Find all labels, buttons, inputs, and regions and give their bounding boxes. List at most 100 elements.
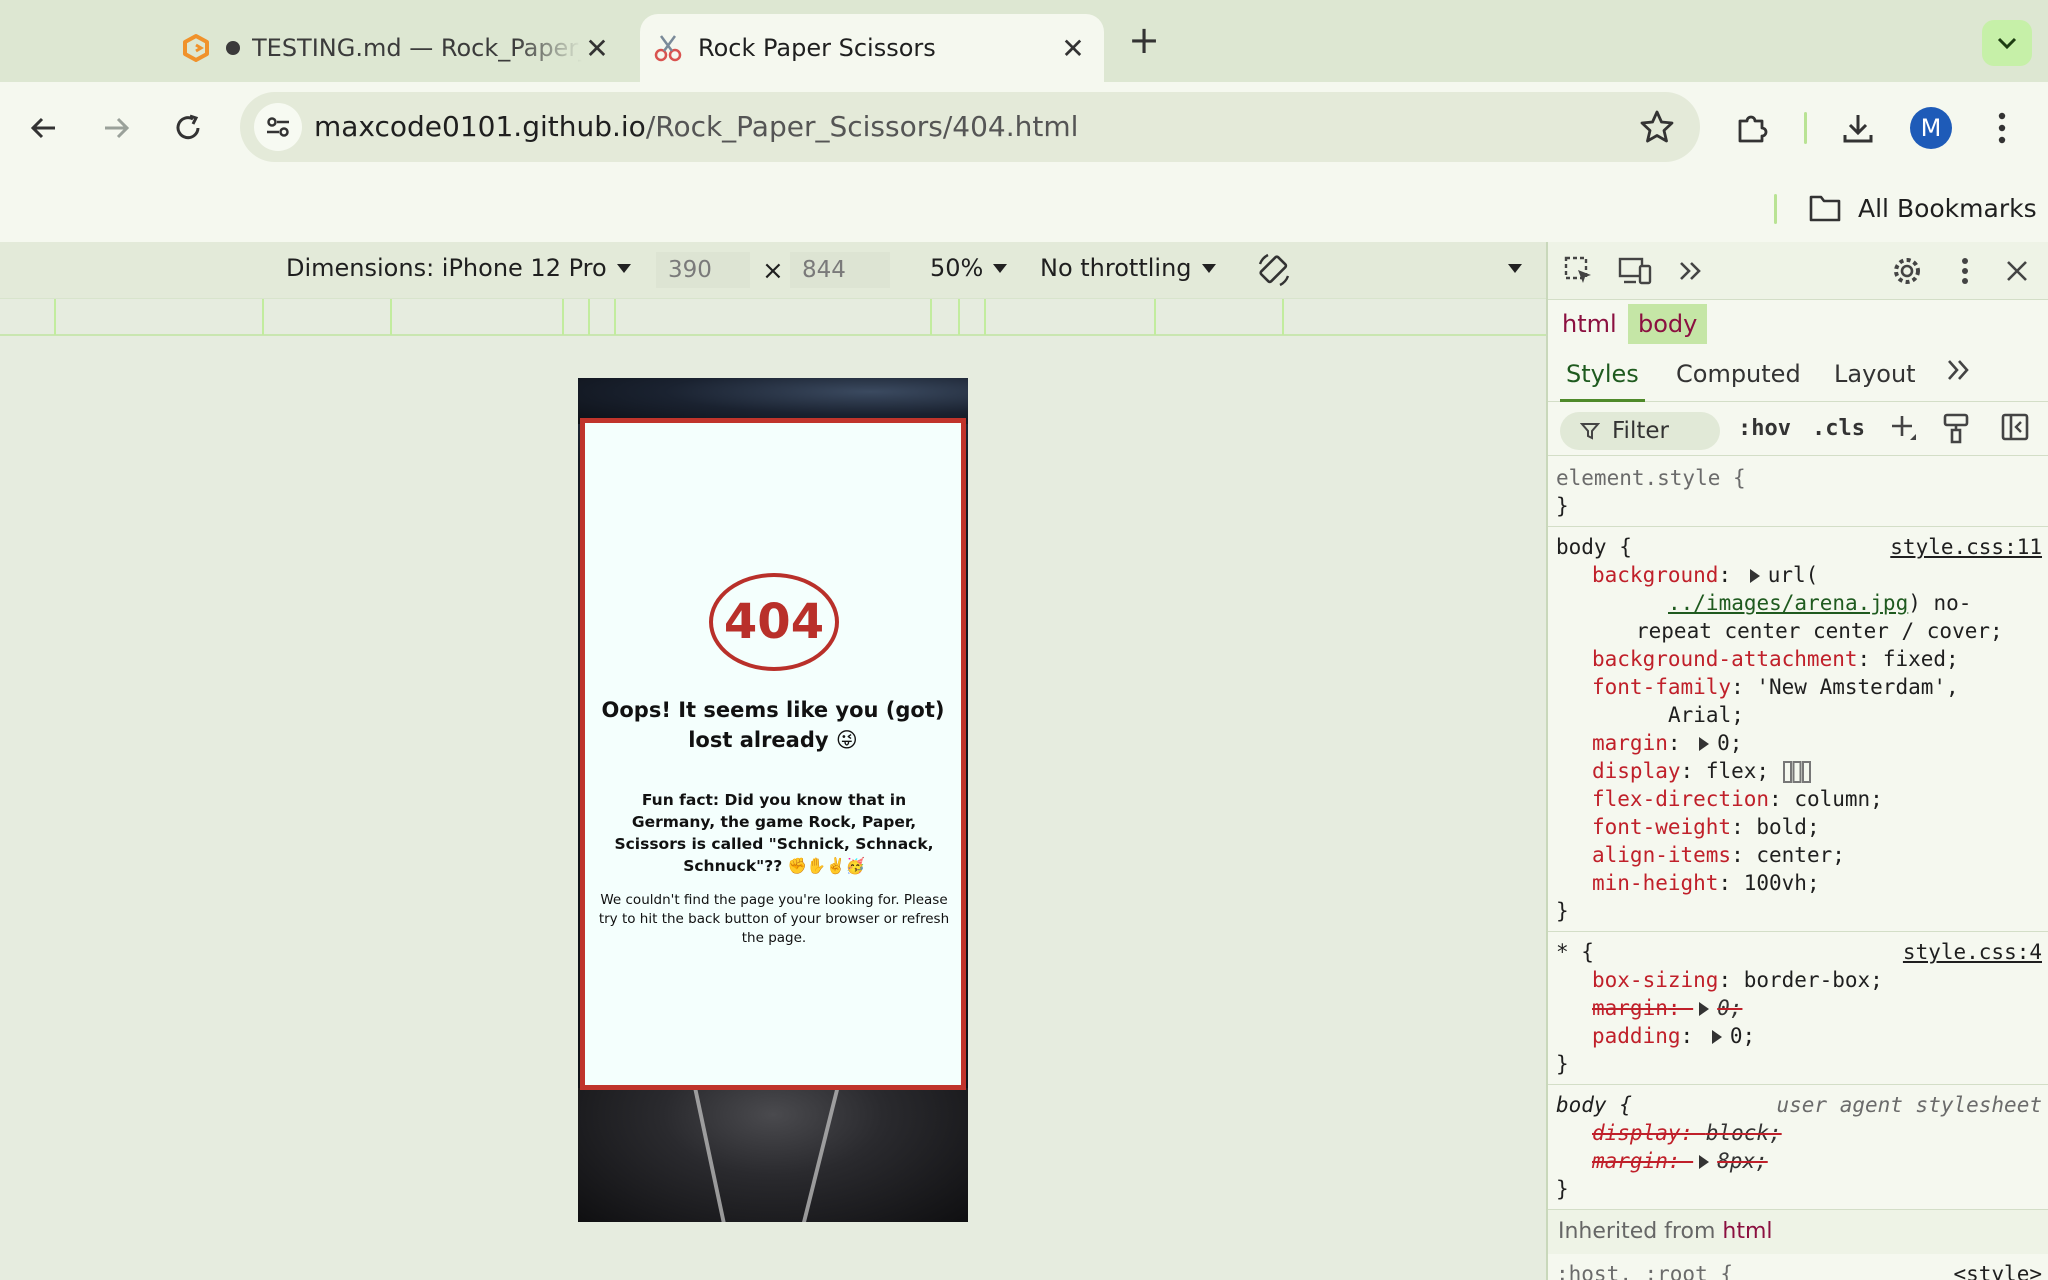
width-input[interactable]: 390	[656, 252, 750, 288]
ruler-tick[interactable]	[390, 299, 392, 335]
background-url-link[interactable]: ../images/arena.jpg	[1668, 591, 1908, 615]
rule-source-link[interactable]: <style>	[1953, 1260, 2042, 1280]
close-tab-icon[interactable]: ✕	[582, 32, 612, 65]
ruler-tick[interactable]	[562, 299, 564, 335]
new-style-rule-icon[interactable]	[1888, 412, 1918, 450]
decl-min-height[interactable]: min-height: 100vh;	[1556, 869, 2042, 897]
tab-title: Rock Paper Scissors	[698, 34, 936, 62]
ruler-tick[interactable]	[984, 299, 986, 335]
media-query-ruler	[0, 298, 1546, 336]
expand-triangle-icon[interactable]	[1711, 1030, 1722, 1044]
ruler-tick[interactable]	[1282, 299, 1284, 335]
tab-styles[interactable]: Styles	[1560, 360, 1645, 402]
prop-value: flex;	[1705, 759, 1770, 783]
cls-toggle[interactable]: .cls	[1812, 416, 1865, 441]
settings-gear-icon[interactable]	[1888, 252, 1926, 290]
ruler-tick[interactable]	[54, 299, 56, 335]
decl-padding[interactable]: padding: 0;	[1556, 1022, 2042, 1050]
decl-display[interactable]: display: flex;	[1556, 757, 2042, 785]
decl-font-weight[interactable]: font-weight: bold;	[1556, 813, 2042, 841]
decl-background-attachment[interactable]: background-attachment: fixed;	[1556, 645, 2042, 673]
devtools-subtabs: Styles Computed Layout	[1548, 352, 2048, 402]
decl-background[interactable]: background: url(	[1556, 561, 2042, 589]
tab-rock-paper-scissors[interactable]: Rock Paper Scissors ✕	[640, 14, 1104, 82]
ruler-tick[interactable]	[1154, 299, 1156, 335]
decl-align-items[interactable]: align-items: center;	[1556, 841, 2042, 869]
throttling-dropdown[interactable]: No throttling	[1040, 254, 1216, 282]
decl-font-family-cont: Arial;	[1556, 701, 2042, 729]
zoom-dropdown[interactable]: 50%	[930, 254, 1008, 282]
close-tab-icon[interactable]: ✕	[1058, 32, 1088, 65]
toggle-sidebar-icon[interactable]	[2000, 412, 2030, 448]
height-input[interactable]: 844	[790, 252, 890, 288]
fun-fact-text: Fun fact: Did you know that in Germany, …	[614, 791, 934, 875]
rule-body-style-css: body { style.css:11 background: url( ../…	[1548, 527, 2048, 932]
browser-menu-button[interactable]	[1978, 104, 2026, 152]
device-toolbar: Dimensions: iPhone 12 Pro 390 × 844 50% …	[0, 242, 1546, 298]
rule-close-brace: }	[1556, 1052, 1569, 1076]
ruler-tick[interactable]	[958, 299, 960, 335]
styles-filter-input[interactable]: Filter	[1560, 412, 1720, 450]
hov-toggle[interactable]: :hov	[1738, 416, 1791, 441]
expand-triangle-icon[interactable]	[1699, 737, 1710, 751]
downloads-button[interactable]	[1834, 104, 1882, 152]
ruler-tick[interactable]	[614, 299, 616, 335]
reload-button[interactable]	[164, 104, 212, 152]
prop-value: 0;	[1729, 1024, 1756, 1048]
expand-triangle-icon[interactable]	[1699, 1002, 1710, 1016]
url-text[interactable]: maxcode0101.github.io/Rock_Paper_Scissor…	[314, 110, 1078, 143]
element-style-selector[interactable]: element.style {	[1556, 464, 2042, 492]
devtools-panel: html body Styles Computed Layout Filter …	[1546, 242, 2048, 1280]
more-tabs-chevron-icon[interactable]	[1672, 252, 1710, 290]
error-message: We couldn't find the page you're looking…	[598, 892, 950, 946]
decl-box-sizing[interactable]: box-sizing: border-box;	[1556, 966, 2042, 994]
devtools-menu-icon[interactable]	[1946, 252, 1984, 290]
ruler-tick[interactable]	[930, 299, 932, 335]
tab-search-button[interactable]	[1982, 20, 2032, 66]
rotate-button[interactable]	[1254, 250, 1294, 290]
breadcrumb-body[interactable]: body	[1628, 304, 1708, 344]
ruler-tick[interactable]	[262, 299, 264, 335]
dimensions-dropdown[interactable]: Dimensions: iPhone 12 Pro	[286, 254, 631, 282]
extensions-button[interactable]	[1728, 104, 1776, 152]
expand-triangle-icon[interactable]	[1699, 1155, 1710, 1169]
scissors-icon	[652, 32, 684, 64]
caret-down-icon	[993, 263, 1008, 273]
expand-triangle-icon[interactable]	[1749, 569, 1760, 583]
breadcrumb-html[interactable]: html	[1552, 304, 1627, 344]
new-tab-button[interactable]: +	[1124, 18, 1164, 62]
rule-element-style: element.style { }	[1548, 458, 2048, 527]
inspect-element-icon[interactable]	[1560, 252, 1598, 290]
paint-brush-icon[interactable]	[1942, 412, 1970, 450]
dimension-separator: ×	[762, 256, 784, 286]
bookmark-star-icon[interactable]	[1638, 108, 1676, 146]
decl-margin-overridden[interactable]: margin: 0;	[1556, 994, 2042, 1022]
prop-value: 100vh;	[1743, 871, 1820, 895]
ruler-tick[interactable]	[588, 299, 590, 335]
decl-margin[interactable]: margin: 0;	[1556, 729, 2042, 757]
rule-source-link[interactable]: style.css:4	[1903, 938, 2042, 966]
rule-close-brace: }	[1556, 899, 1569, 923]
tab-testing-md[interactable]: TESTING.md — Rock_Paper_Scissors ✕	[168, 14, 628, 82]
tab-layout[interactable]: Layout	[1834, 360, 1916, 402]
close-devtools-icon[interactable]	[1998, 252, 2036, 290]
back-button[interactable]	[20, 104, 68, 152]
address-bar[interactable]: maxcode0101.github.io/Rock_Paper_Scissor…	[240, 92, 1700, 162]
device-toggle-icon[interactable]	[1616, 252, 1654, 290]
decl-flex-direction[interactable]: flex-direction: column;	[1556, 785, 2042, 813]
prop-value: url(	[1767, 563, 1819, 587]
prop-name: box-sizing	[1592, 968, 1719, 992]
device-more-dropdown[interactable]	[1498, 264, 1522, 273]
forward-button[interactable]	[92, 104, 140, 152]
rule-source-link[interactable]: style.css:11	[1890, 533, 2042, 561]
inherited-tag-link[interactable]: html	[1722, 1219, 1772, 1244]
more-panels-chevron-icon[interactable]	[1946, 358, 1972, 400]
tune-icon	[267, 117, 289, 137]
decl-font-family[interactable]: font-family: 'New Amsterdam',	[1556, 673, 2042, 701]
site-info-button[interactable]	[254, 103, 302, 151]
all-bookmarks-button[interactable]: All Bookmarks	[1808, 190, 2037, 226]
tab-computed[interactable]: Computed	[1676, 360, 1801, 402]
profile-avatar[interactable]: M	[1910, 107, 1952, 149]
flexbox-editor-icon[interactable]	[1782, 760, 1812, 784]
styles-filter-row: Filter :hov .cls	[1548, 404, 2048, 456]
